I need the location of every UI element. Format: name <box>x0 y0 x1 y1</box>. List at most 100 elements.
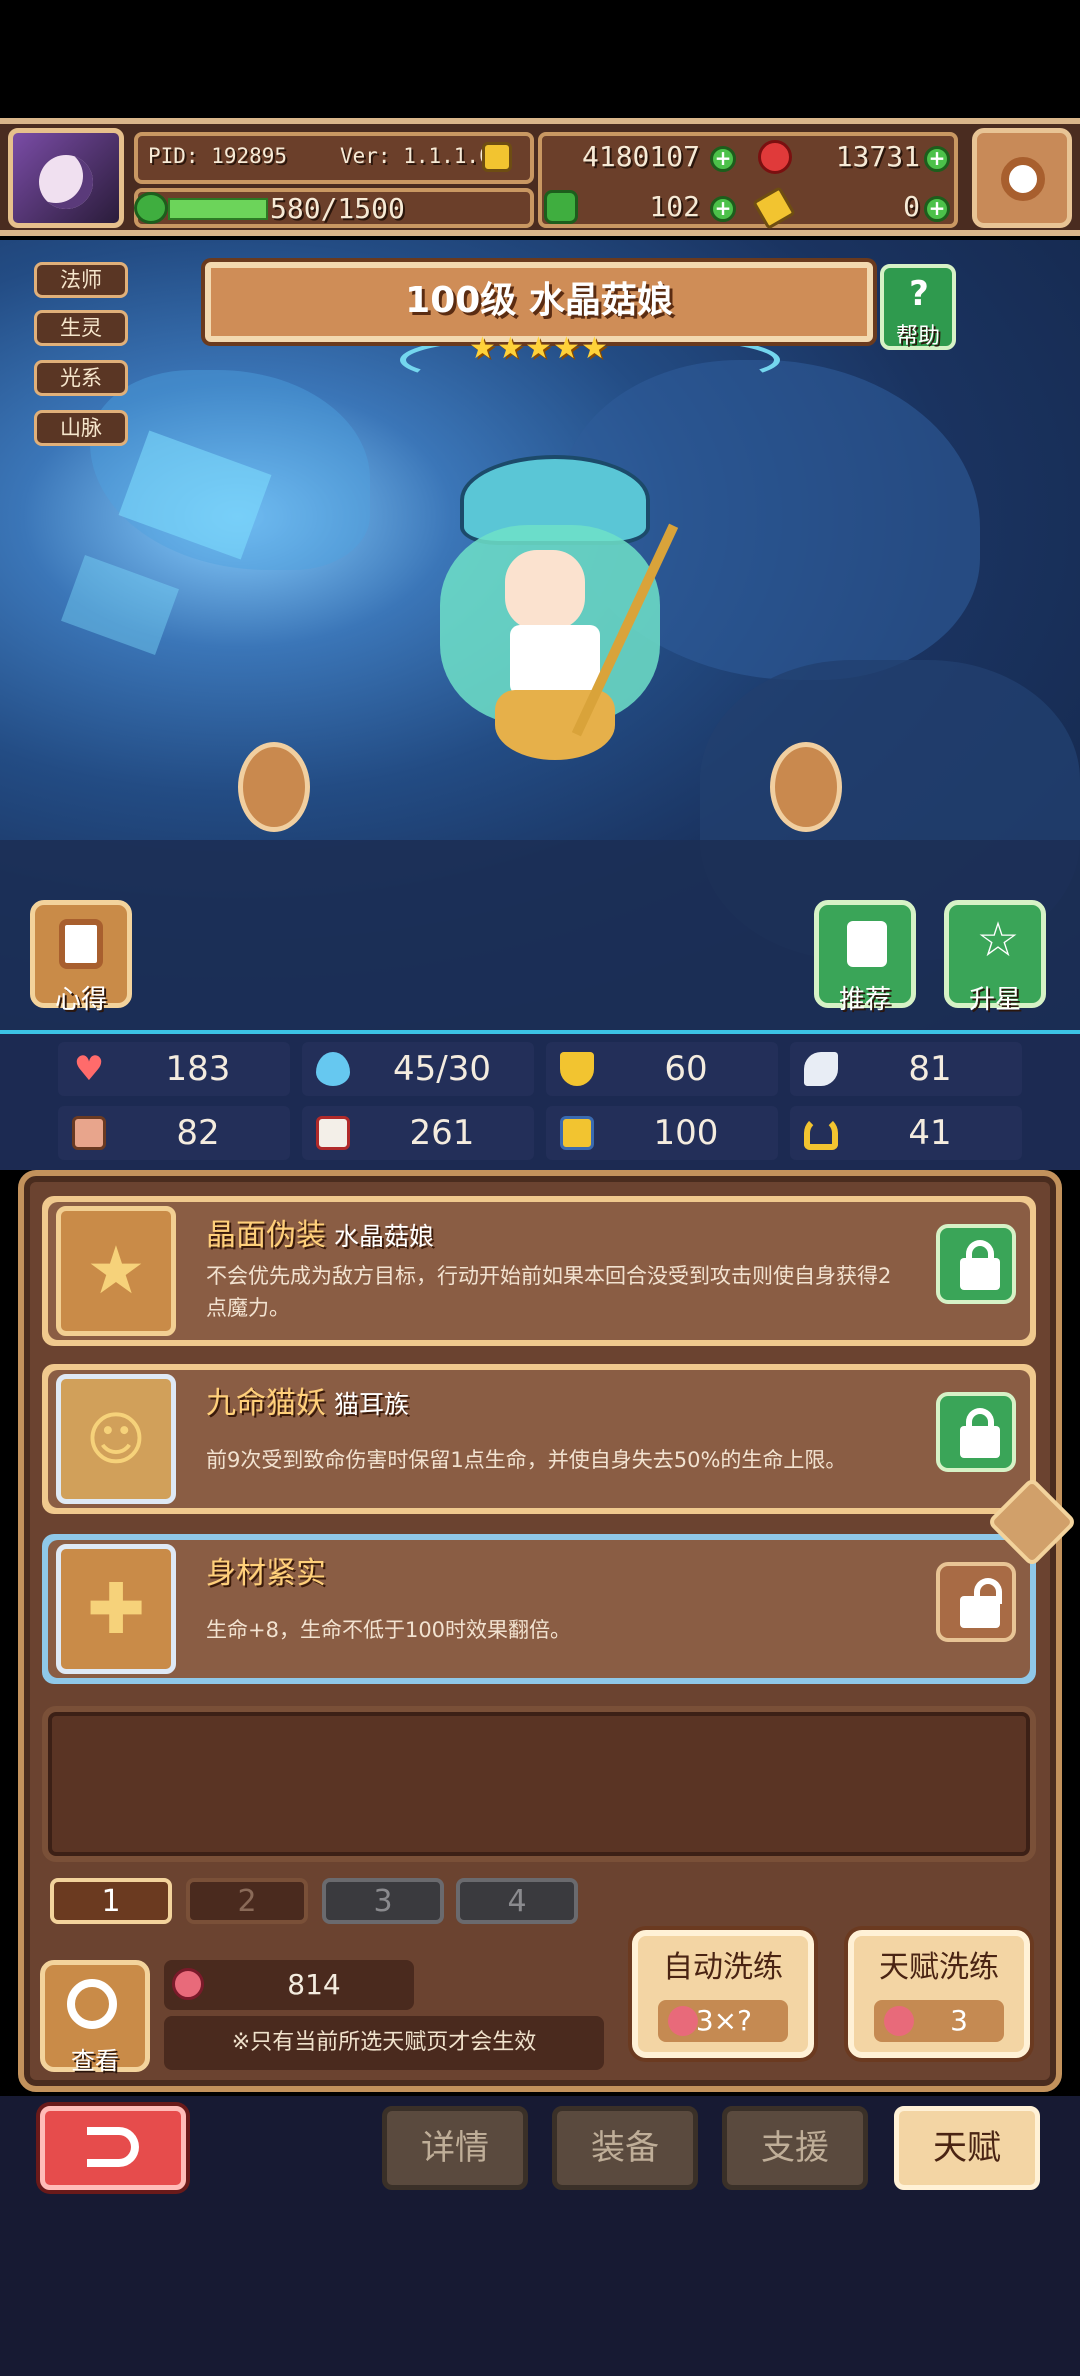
talent-description: 前9次受到致命伤害时保留1点生命，并使自身失去50%的生命上限。 <box>206 1448 847 1472</box>
talent-icon-box: ☺ <box>56 1374 176 1504</box>
exp-bar-fill <box>168 198 268 220</box>
upgrade-star-button[interactable]: ☆ 升星 <box>944 900 1046 1015</box>
stat-value: 82 <box>176 1113 220 1153</box>
help-label: 帮助 <box>895 324 940 349</box>
question-icon: ? <box>909 274 929 314</box>
talent-description: 生命+8，生命不低于100时效果翻倍。 <box>206 1618 572 1642</box>
nav-equipment[interactable]: 装备 <box>552 2106 698 2190</box>
thumbs-up-icon <box>847 921 887 967</box>
hero-title: 100级 水晶菇娘 <box>205 262 873 342</box>
mana-drop-icon <box>316 1052 350 1086</box>
add-gem-button[interactable]: + <box>924 146 950 172</box>
stat-defense: 60 <box>546 1042 778 1096</box>
gear-icon <box>1001 157 1045 201</box>
talent-name: 晶面伪装 <box>206 1218 326 1253</box>
talent-plate <box>48 1370 1030 1508</box>
lock-toggle[interactable] <box>936 1392 1016 1472</box>
fruit-icon <box>884 2006 914 2036</box>
page-tab-4[interactable]: 4 <box>456 1878 578 1924</box>
add-gold-button[interactable]: + <box>710 146 736 172</box>
fist-icon <box>72 1116 106 1150</box>
clover-icon <box>544 190 578 224</box>
notes-button[interactable]: 心得 <box>30 900 132 1015</box>
lock-toggle[interactable] <box>936 1224 1016 1304</box>
nav-details[interactable]: 详情 <box>382 2106 528 2190</box>
status-bar-area <box>0 0 1080 118</box>
cat-face-icon: ☺ <box>85 1405 147 1473</box>
star-icon: ★ <box>581 331 608 366</box>
prev-hero-button[interactable] <box>238 742 310 832</box>
talent-wash-button[interactable]: 天赋洗练 3 <box>848 1930 1030 2058</box>
back-button[interactable] <box>40 2106 186 2190</box>
gold-coin-icon <box>482 142 512 172</box>
notes-icon <box>59 919 103 969</box>
hero-sprite[interactable] <box>440 455 679 815</box>
page-tab-1[interactable]: 1 <box>50 1878 172 1924</box>
recommend-button[interactable]: 推荐 <box>814 900 916 1015</box>
lock-body <box>960 1426 1000 1458</box>
talent-icon-box: ★ <box>56 1206 176 1336</box>
page-tab-2[interactable]: 2 <box>186 1878 308 1924</box>
talent-wash-cost: 3 <box>874 2000 1004 2042</box>
player-id: PID: 192895 <box>148 144 288 168</box>
talent-plate <box>48 1540 1030 1678</box>
back-arrow-icon <box>87 2127 139 2167</box>
talent-slot-1[interactable]: ★ 晶面伪装 水晶菇娘 不会优先成为敌方目标，行动开始前如果本回合没受到攻击则使自… <box>42 1196 1036 1346</box>
stat-attack: 82 <box>58 1106 290 1160</box>
help-button[interactable]: ? 帮助 <box>880 264 956 350</box>
magnifier-icon <box>67 1979 117 2029</box>
auto-wash-cost-value: 3×? <box>695 2004 752 2037</box>
stat-speed: 81 <box>790 1042 1022 1096</box>
avatar-face <box>39 155 93 209</box>
talent-wash-label: 天赋洗练 <box>879 1950 999 1985</box>
talent-name: 九命猫妖 <box>206 1386 326 1421</box>
stat-value: 41 <box>908 1113 952 1153</box>
player-avatar[interactable] <box>8 128 124 228</box>
stat-value: 81 <box>908 1049 952 1089</box>
auto-wash-label: 自动洗练 <box>663 1950 783 1985</box>
add-key-button[interactable]: + <box>924 196 950 222</box>
ruby-gem-icon <box>758 140 792 174</box>
star-badge-icon: ★ <box>86 1232 146 1309</box>
star-icon: ★ <box>469 331 496 366</box>
game-version: Ver: 1.1.1.0 <box>340 144 492 168</box>
wing-icon <box>804 1052 838 1086</box>
next-hero-button[interactable] <box>770 742 842 832</box>
stat-luck: 41 <box>790 1106 1022 1160</box>
lock-body <box>960 1596 1000 1628</box>
empty-talent-slot <box>42 1706 1036 1862</box>
recommend-label: 推荐 <box>838 985 891 1015</box>
nav-talent[interactable]: 天赋 <box>894 2106 1040 2190</box>
talent-slot-3[interactable]: ✚ 身材紧实 生命+8，生命不低于100时效果翻倍。 <box>42 1534 1036 1684</box>
fruit-icon <box>668 2006 698 2036</box>
tag-element: 光系 <box>34 360 128 396</box>
talent-slot-2[interactable]: ☺ 九命猫妖 猫耳族 前9次受到致命伤害时保留1点生命，并使自身失去50%的生命上… <box>42 1364 1036 1514</box>
cave-floor <box>0 840 1080 1030</box>
talent-wash-cost-value: 3 <box>950 2004 968 2037</box>
auto-wash-button[interactable]: 自动洗练 3×? <box>632 1930 814 2058</box>
talent-title: 九命猫妖 猫耳族 <box>206 1378 409 1422</box>
stat-value: 261 <box>409 1113 475 1153</box>
tag-class: 法师 <box>34 262 128 298</box>
key-amount: 0 <box>903 190 920 223</box>
add-clover-button[interactable]: + <box>710 196 736 222</box>
cross-badge-icon: ✚ <box>86 1568 146 1650</box>
view-button[interactable]: 查看 <box>40 1960 150 2075</box>
lock-toggle[interactable] <box>936 1562 1016 1642</box>
page-tab-3[interactable]: 3 <box>322 1878 444 1924</box>
auto-wash-cost: 3×? <box>658 2000 788 2042</box>
notes-label: 心得 <box>54 985 107 1015</box>
horseshoe-icon <box>804 1116 838 1150</box>
fruit-counter: 814 <box>164 1960 414 2010</box>
scroll-icon <box>560 1116 594 1150</box>
star-icon: ★ <box>553 331 580 366</box>
stat-magic: 261 <box>302 1106 534 1160</box>
nav-support[interactable]: 支援 <box>722 2106 868 2190</box>
talent-title: 身材紧实 <box>206 1548 326 1592</box>
fruit-icon <box>172 1968 204 2000</box>
exp-clover-icon <box>134 192 168 224</box>
shield-icon <box>560 1052 594 1086</box>
settings-button[interactable] <box>972 128 1072 228</box>
stat-value: 100 <box>653 1113 719 1153</box>
exp-value: 580/1500 <box>270 192 405 225</box>
